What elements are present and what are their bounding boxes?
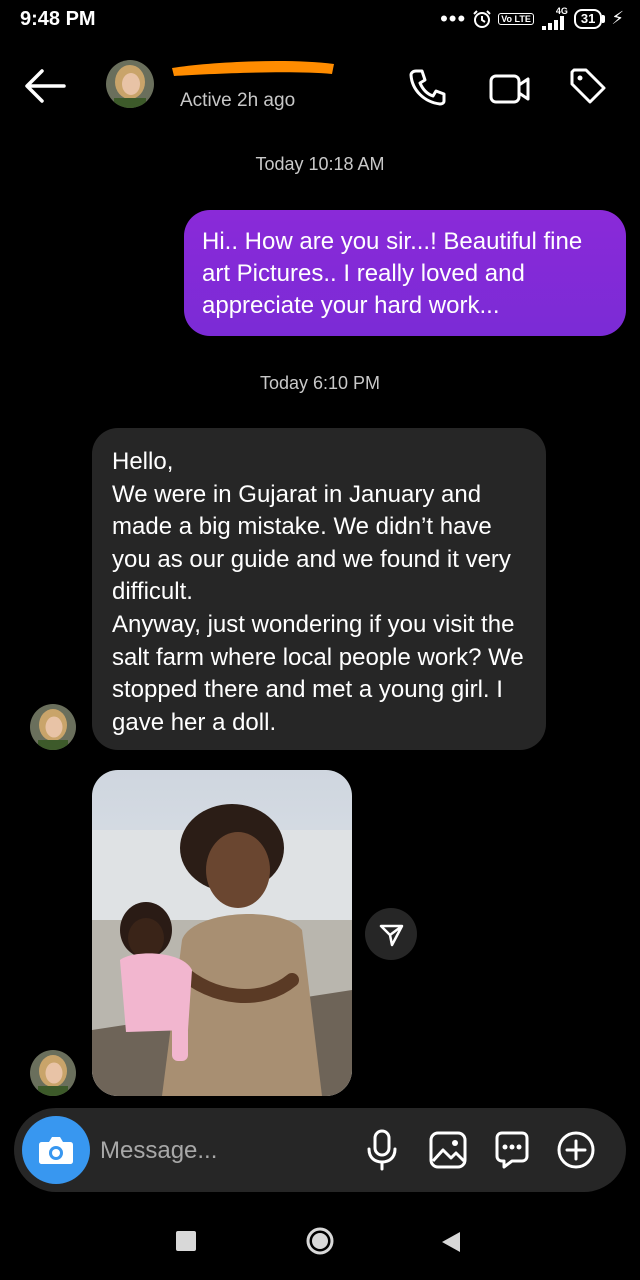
active-status: Active 2h ago bbox=[180, 90, 296, 111]
status-bar: 9:48 PM ••• Vo LTE 4G 31 ⚡ bbox=[0, 0, 640, 40]
girl-with-doll-photo bbox=[92, 770, 352, 1096]
contact-avatar[interactable] bbox=[106, 60, 154, 108]
phone-icon[interactable] bbox=[406, 66, 448, 108]
avatar-photo bbox=[30, 704, 76, 750]
photo-message[interactable] bbox=[92, 770, 352, 1096]
video-camera-icon[interactable] bbox=[488, 68, 532, 108]
battery-icon: 31 bbox=[573, 8, 606, 29]
volte-icon: Vo LTE bbox=[498, 12, 534, 25]
message-input[interactable] bbox=[98, 1128, 352, 1174]
system-nav-bar bbox=[0, 1200, 640, 1280]
chat-header: Active 2h ago bbox=[0, 48, 640, 128]
status-icons: ••• Vo LTE 4G 31 ⚡ bbox=[440, 7, 624, 30]
avatar-photo bbox=[30, 1050, 76, 1096]
sticker-icon[interactable] bbox=[492, 1130, 532, 1170]
overflow-dots-icon: ••• bbox=[440, 5, 467, 31]
share-icon bbox=[379, 924, 404, 947]
message-composer bbox=[14, 1108, 626, 1192]
alarm-icon bbox=[473, 9, 491, 28]
network-label: 4G bbox=[555, 6, 568, 16]
charging-icon: ⚡ bbox=[611, 8, 624, 28]
outgoing-message-bubble[interactable]: Hi.. How are you sir...! Beautiful fine … bbox=[184, 210, 626, 336]
timestamp: Today 6:10 PM bbox=[259, 373, 381, 393]
microphone-icon[interactable] bbox=[364, 1128, 400, 1172]
back-arrow-icon[interactable] bbox=[22, 66, 68, 106]
battery-level: 31 bbox=[573, 8, 603, 29]
tag-icon[interactable] bbox=[566, 64, 610, 108]
contact-name-redacted bbox=[172, 61, 334, 76]
gallery-icon[interactable] bbox=[428, 1130, 468, 1170]
camera-button[interactable] bbox=[22, 1116, 90, 1184]
home-button[interactable] bbox=[305, 1226, 335, 1256]
signal-icon bbox=[541, 16, 564, 30]
sender-avatar[interactable] bbox=[30, 704, 76, 750]
avatar-photo bbox=[106, 60, 154, 108]
camera-icon bbox=[39, 1137, 73, 1164]
sender-avatar[interactable] bbox=[30, 1050, 76, 1096]
nav-back-button[interactable] bbox=[440, 1230, 462, 1254]
dm-screen: 9:48 PM ••• Vo LTE 4G 31 ⚡ Active 2h ago… bbox=[0, 0, 640, 1280]
status-time: 9:48 PM bbox=[20, 8, 96, 30]
timestamp: Today 10:18 AM bbox=[255, 154, 385, 174]
incoming-message-bubble[interactable]: Hello, We were in Gujarat in January and… bbox=[92, 428, 546, 750]
recent-apps-button[interactable] bbox=[176, 1231, 196, 1251]
share-button[interactable] bbox=[365, 908, 417, 960]
plus-icon[interactable] bbox=[556, 1130, 596, 1170]
